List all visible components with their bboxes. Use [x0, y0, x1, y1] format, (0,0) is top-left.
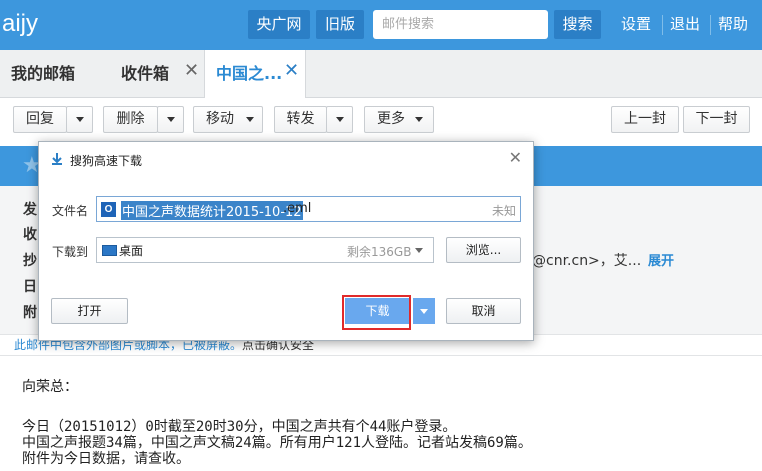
eml-file-icon: O — [101, 202, 116, 217]
tab-my-mailbox[interactable]: 我的邮箱 — [0, 50, 101, 98]
mail-search-input[interactable] — [373, 10, 548, 39]
dialog-title: 搜狗高速下载 — [70, 154, 143, 168]
tab-bar: 我的邮箱 收件箱 ✕ 中国之... ✕ — [0, 50, 762, 99]
delete-button[interactable]: 删除 — [103, 106, 158, 133]
next-mail-button[interactable]: 下一封 — [683, 106, 750, 133]
open-button[interactable]: 打开 — [51, 298, 128, 324]
caret-down-icon — [76, 117, 84, 122]
move-button[interactable]: 移动 — [193, 106, 263, 133]
move-label: 移动 — [206, 111, 234, 127]
top-bar: aijy 央广网 旧版 搜索 设置 退出 帮助 — [0, 0, 762, 50]
browse-button[interactable]: 浏览... — [446, 237, 521, 263]
filename-selected-text: 中国之声数据统计2015-10-12 — [121, 201, 303, 220]
help-link[interactable]: 帮助 — [718, 13, 748, 34]
caret-down-icon — [420, 309, 428, 314]
directory-text: 桌面 — [119, 244, 144, 258]
search-button[interactable]: 搜索 — [554, 10, 601, 39]
meta-label-cc: 抄 — [23, 253, 37, 269]
old-version-button[interactable]: 旧版 — [316, 10, 364, 39]
caret-down-icon — [415, 248, 423, 253]
divider — [710, 15, 711, 35]
app-logo: aijy — [2, 10, 39, 37]
free-space-text: 剩余136GB — [347, 245, 412, 259]
more-label: 更多 — [377, 111, 405, 127]
mail-body-line: 附件为今日数据，请查收。 — [22, 451, 190, 467]
close-icon[interactable]: ✕ — [284, 62, 299, 80]
divider — [662, 15, 663, 35]
more-button[interactable]: 更多 — [364, 106, 434, 133]
mail-greeting: 向荣总： — [22, 379, 78, 395]
tab-label: 中国之... — [216, 64, 283, 83]
previous-mail-button[interactable]: 上一封 — [611, 106, 679, 133]
close-icon[interactable]: ✕ — [509, 148, 522, 167]
download-dialog: 搜狗高速下载 ✕ 文件名 O 中国之声数据统计2015-10-12 .eml 未… — [38, 141, 534, 341]
download-options-button[interactable] — [413, 298, 435, 324]
forward-button[interactable]: 转发 — [274, 106, 327, 133]
cc-recipients-text: @cnr.cn>，艾... — [532, 253, 642, 269]
meta-label-from: 发 — [23, 202, 37, 218]
save-to-label: 下载到 — [52, 245, 89, 259]
meta-label-attachment: 附 — [23, 305, 37, 321]
expand-link[interactable]: 展开 — [648, 250, 674, 269]
caret-down-icon — [415, 117, 423, 122]
directory-select[interactable]: 桌面 剩余136GB — [96, 237, 434, 263]
filename-label: 文件名 — [52, 204, 89, 218]
caret-down-icon — [336, 117, 344, 122]
file-size-text: 未知 — [491, 204, 516, 218]
reply-button[interactable]: 回复 — [13, 106, 67, 133]
highlight-box — [342, 295, 411, 330]
meta-label-to: 收 — [23, 227, 37, 243]
delete-dropdown-button[interactable] — [157, 106, 184, 133]
mail-toolbar: 回复 删除 移动 转发 更多 上一封 下一封 — [0, 98, 762, 142]
caret-down-icon — [167, 117, 175, 122]
cancel-button[interactable]: 取消 — [446, 298, 521, 324]
reply-dropdown-button[interactable] — [66, 106, 93, 133]
settings-link[interactable]: 设置 — [621, 13, 651, 34]
download-icon — [52, 153, 62, 165]
tab-label: 收件箱 — [121, 64, 170, 83]
filename-extension: .eml — [283, 201, 312, 216]
cnr-link-button[interactable]: 央广网 — [248, 10, 310, 39]
meta-label-date: 日 — [23, 279, 37, 295]
tab-label: 我的邮箱 — [11, 64, 76, 83]
desktop-icon — [102, 245, 117, 256]
caret-down-icon — [246, 117, 254, 122]
filename-input[interactable]: O 中国之声数据统计2015-10-12 .eml 未知 — [96, 196, 521, 222]
forward-dropdown-button[interactable] — [326, 106, 353, 133]
close-icon[interactable]: ✕ — [184, 62, 199, 80]
logout-link[interactable]: 退出 — [670, 13, 700, 34]
